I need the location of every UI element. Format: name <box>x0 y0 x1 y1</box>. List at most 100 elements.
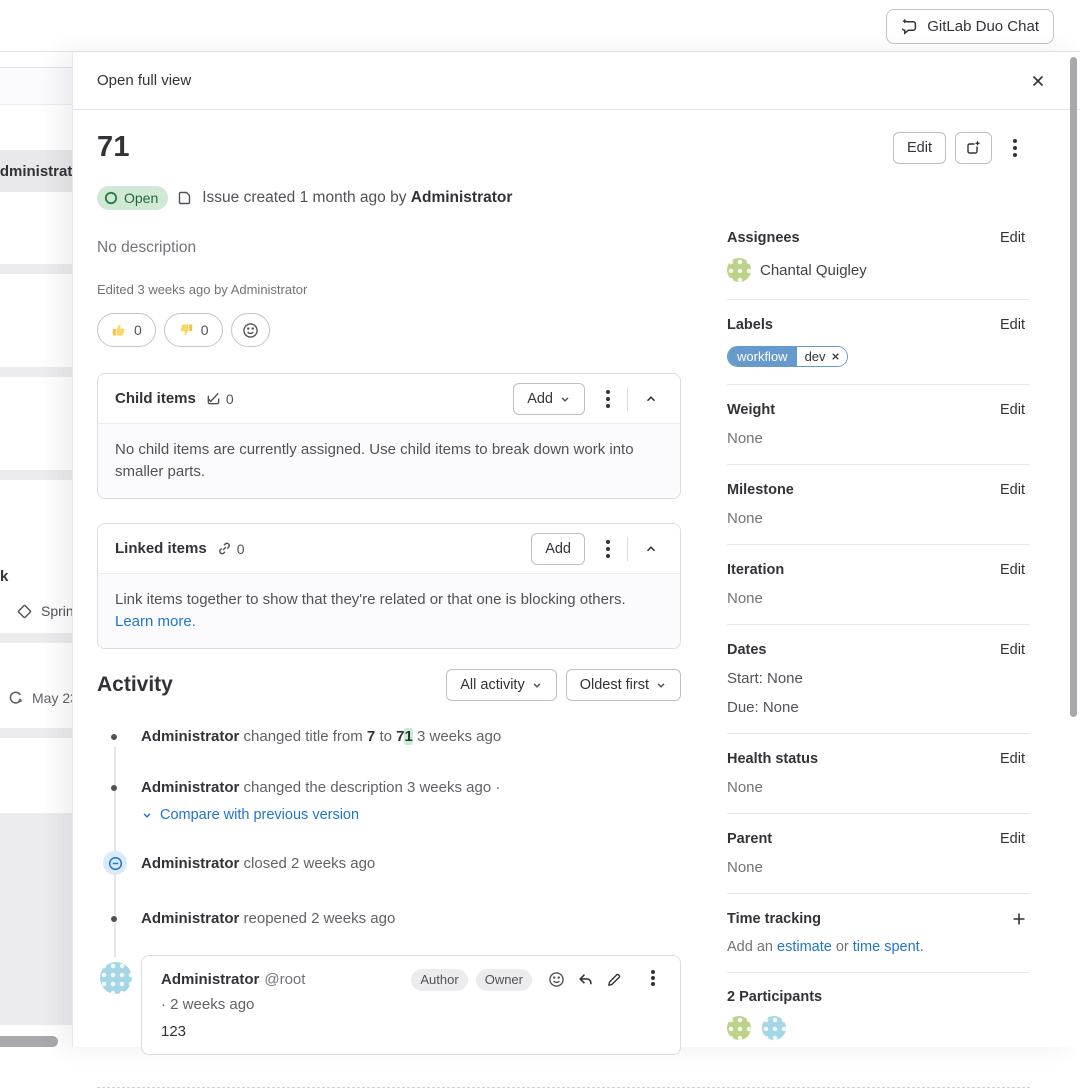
background-sprint-row[interactable]: Sprint 1 <box>0 603 72 619</box>
linked-items-count: 0 <box>217 541 245 557</box>
close-icon <box>1030 73 1046 89</box>
parent-edit-button[interactable]: Edit <box>996 829 1029 849</box>
open-in-full-page-button[interactable] <box>955 132 992 164</box>
time-tracking-title: Time tracking <box>727 911 821 927</box>
close-drawer-button[interactable] <box>1026 69 1050 93</box>
add-emoji-button[interactable] <box>231 313 270 347</box>
comment-edit-button[interactable] <box>602 968 626 992</box>
comment-timestamp: · 2 weeks ago <box>161 996 666 1013</box>
linked-items-collapse-button[interactable] <box>634 534 668 564</box>
scoped-label-workflow-dev[interactable]: workflow dev <box>727 346 848 367</box>
duo-chat-icon <box>901 18 918 35</box>
comment-author-avatar[interactable] <box>100 962 132 994</box>
checklist-icon <box>206 391 221 406</box>
participant-avatar-1[interactable] <box>727 1016 751 1040</box>
iteration-icon <box>7 689 24 706</box>
label-scope: workflow <box>728 347 797 366</box>
child-items-empty-text: No child items are currently assigned. U… <box>98 423 680 498</box>
remove-label-icon[interactable] <box>831 352 840 361</box>
empty-description-text: No description <box>97 239 681 257</box>
comment-add-emoji-button[interactable] <box>544 967 569 992</box>
labels-edit-button[interactable]: Edit <box>996 315 1029 335</box>
weight-edit-button[interactable]: Edit <box>996 400 1029 420</box>
assignee-name[interactable]: Chantal Quigley <box>760 262 867 279</box>
milestone-title: Milestone <box>727 482 794 498</box>
compare-previous-version-link[interactable]: Compare with previous version <box>160 807 359 823</box>
thumbs-down-icon <box>178 322 194 338</box>
author-badge: Author <box>411 969 467 991</box>
weight-title: Weight <box>727 402 775 418</box>
chevron-up-icon <box>644 542 658 556</box>
drawer-header: Open full view <box>73 52 1080 110</box>
open-full-view-link[interactable]: Open full view <box>97 72 191 89</box>
divider <box>627 537 628 561</box>
kebab-icon <box>606 540 610 544</box>
edited-meta: Edited 3 weeks ago by Administrator <box>97 282 681 297</box>
time-spent-link[interactable]: time spent <box>853 939 920 955</box>
system-note-description-change: Administrator changed the description 3 … <box>97 778 681 823</box>
label-value: dev <box>805 349 826 364</box>
gitlab-duo-chat-button[interactable]: GitLab Duo Chat <box>886 9 1054 44</box>
child-items-add-button[interactable]: Add <box>513 383 585 415</box>
learn-more-link[interactable]: Learn more. <box>115 613 196 630</box>
child-items-more-button[interactable] <box>595 383 621 415</box>
comment-author-name[interactable]: Administrator <box>161 971 259 988</box>
more-actions-button[interactable] <box>1002 132 1028 164</box>
time-tracking-add-button[interactable] <box>1009 909 1029 929</box>
assignee-avatar[interactable] <box>727 258 751 282</box>
edit-button[interactable]: Edit <box>893 132 946 164</box>
main-column: Open Issue created 1 month ago by Admini… <box>97 111 681 1055</box>
child-items-collapse-button[interactable] <box>634 384 668 414</box>
vertical-scrollbar-thumb[interactable] <box>1070 57 1077 717</box>
labels-section: Labels Edit workflow dev <box>727 300 1029 385</box>
comment-reply-button[interactable] <box>573 967 598 992</box>
link-icon <box>217 541 232 556</box>
comment-body: 123 <box>161 1023 666 1040</box>
iteration-value: None <box>727 590 1029 607</box>
activity-sort-dropdown[interactable]: Oldest first <box>566 669 681 701</box>
child-items-count: 0 <box>206 391 234 407</box>
assignees-title: Assignees <box>727 230 800 246</box>
background-date-row[interactable]: May 23 <box>0 689 72 706</box>
parent-section: Parent Edit None <box>727 814 1029 894</box>
smiley-icon <box>548 971 565 988</box>
background-task-fragment: k <box>0 568 8 585</box>
milestone-section: Milestone Edit None <box>727 465 1029 545</box>
system-note-title-change: Administrator changed title from 7 to 71… <box>97 727 681 747</box>
health-status-edit-button[interactable]: Edit <box>996 749 1029 769</box>
work-item-drawer: Open full view 71 Edit <box>72 52 1080 1047</box>
comment-more-button[interactable] <box>640 968 666 992</box>
activity-title: Activity <box>97 673 173 697</box>
divider <box>627 387 628 411</box>
participant-avatar-2[interactable] <box>762 1016 786 1040</box>
linked-items-more-button[interactable] <box>595 533 621 565</box>
activity-timeline: Administrator changed title from 7 to 71… <box>97 727 681 1055</box>
created-meta: Issue created 1 month ago by Administrat… <box>202 189 512 207</box>
open-circle-icon <box>104 191 118 205</box>
linked-items-add-button[interactable]: Add <box>531 533 585 565</box>
thumbs-up-button[interactable]: 0 <box>97 313 156 347</box>
dates-edit-button[interactable]: Edit <box>996 640 1029 660</box>
assignees-edit-button[interactable]: Edit <box>996 228 1029 248</box>
dates-title: Dates <box>727 642 767 658</box>
pencil-icon <box>606 972 622 988</box>
weight-value: None <box>727 430 1029 447</box>
duo-chat-label: GitLab Duo Chat <box>927 18 1039 35</box>
iteration-edit-button[interactable]: Edit <box>996 560 1029 580</box>
thumbs-down-button[interactable]: 0 <box>164 313 223 347</box>
horizontal-scrollbar-thumb[interactable] <box>0 1036 58 1047</box>
background-gray-panel <box>0 813 72 1025</box>
time-tracking-hint: Add an estimate or time spent. <box>727 939 1029 955</box>
comment-card: Administrator @root Author Owner <box>141 955 681 1055</box>
row-separator <box>0 264 72 274</box>
row-separator <box>0 633 72 643</box>
milestone-edit-button[interactable]: Edit <box>996 480 1029 500</box>
linked-items-title: Linked items <box>115 540 207 557</box>
top-bar: GitLab Duo Chat <box>0 0 1080 52</box>
linked-items-empty-text: Link items together to show that they're… <box>98 573 680 648</box>
comment: Administrator @root Author Owner <box>97 955 681 1055</box>
thumbs-up-icon <box>111 322 127 338</box>
estimate-link[interactable]: estimate <box>777 939 832 955</box>
activity-filter-dropdown[interactable]: All activity <box>446 669 556 701</box>
parent-value: None <box>727 859 1029 876</box>
